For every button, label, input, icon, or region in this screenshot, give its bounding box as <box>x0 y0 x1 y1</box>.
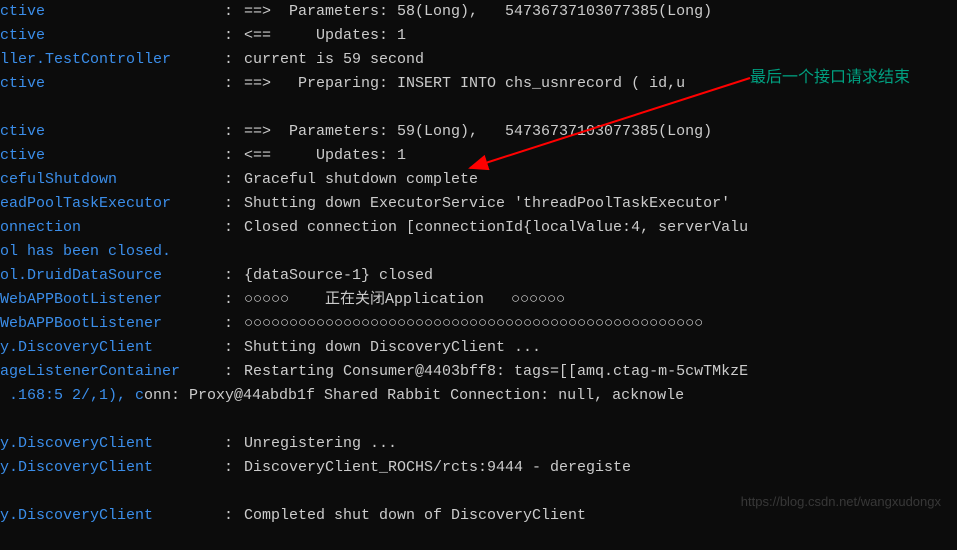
log-source: ol.DruidDataSource <box>0 264 224 288</box>
log-separator: : <box>224 192 244 216</box>
log-source: ageListenerContainer <box>0 360 224 384</box>
log-message: {dataSource-1} closed <box>244 264 433 288</box>
log-line <box>0 408 957 432</box>
log-line: y.DiscoveryClient: Shutting down Discove… <box>0 336 957 360</box>
log-source: y.DiscoveryClient <box>0 456 224 480</box>
log-line: ctive: <== Updates: 1 <box>0 24 957 48</box>
watermark: https://blog.csdn.net/wangxudongx <box>741 490 941 514</box>
log-message: ○○○○○ 正在关闭Application ○○○○○○ <box>244 288 565 312</box>
log-line <box>0 96 957 120</box>
log-source: y.DiscoveryClient <box>0 432 224 456</box>
log-line: WebAPPBootListener: ○○○○○○○○○○○○○○○○○○○○… <box>0 312 957 336</box>
log-line: onnection: Closed connection [connection… <box>0 216 957 240</box>
log-message: ==> Preparing: INSERT INTO ch‎‎‎s_us‎‎‎‎… <box>244 72 685 96</box>
log-message: ○○○○○○○○○○○○○○○○○○○○○○○○○○○○○○○○○○○○○○○○… <box>244 312 703 336</box>
log-separator: : <box>224 312 244 336</box>
log-source: ctive <box>0 0 224 24</box>
log-message: Shutting down ExecutorService 'threadPoo… <box>244 192 730 216</box>
log-full: ‎‎ .168:5‎ ‎2/,1), conn: Proxy@44abdb1f … <box>0 384 684 408</box>
log-line: y.DiscoveryClient: Unregistering ... <box>0 432 957 456</box>
log-separator <box>224 96 244 120</box>
log-separator: : <box>224 168 244 192</box>
log-source: onnection <box>0 216 224 240</box>
log-source <box>0 408 224 432</box>
log-source: ctive <box>0 72 224 96</box>
log-line: eadPoolTaskExecutor: Shutting down Execu… <box>0 192 957 216</box>
log-message: <== Updates: 1 <box>244 144 406 168</box>
log-source: y.DiscoveryClient <box>0 504 224 528</box>
log-source: ctive <box>0 120 224 144</box>
log-line: ageListenerContainer: Restarting Consume… <box>0 360 957 384</box>
log-line: cefulShutdown: Graceful shutdown complet… <box>0 168 957 192</box>
log-message: Unregistering ... <box>244 432 397 456</box>
log-separator: : <box>224 504 244 528</box>
log-source: cefulShutdown <box>0 168 224 192</box>
log-message: ==> Parameters: 59(Long), ‎5473673710307… <box>244 120 712 144</box>
log-separator: : <box>224 288 244 312</box>
log-separator: : <box>224 144 244 168</box>
annotation-label: 最后一个接口请求结束 <box>750 66 910 90</box>
log-source: ol has been closed. <box>0 240 224 264</box>
log-source <box>0 480 224 504</box>
log-source: y.DiscoveryClient <box>0 336 224 360</box>
log-source: WebAPPBootListener <box>0 312 224 336</box>
log-source <box>0 96 224 120</box>
log-line: ol.DruidDataSource: {dataSource-1} close… <box>0 264 957 288</box>
log-source: ctive <box>0 144 224 168</box>
log-separator: : <box>224 264 244 288</box>
log-message: Graceful shutdown complete <box>244 168 478 192</box>
log-message: Restarting Consumer@4403bff8: tags=[[amq… <box>244 360 748 384</box>
log-message: current is 59 second <box>244 48 424 72</box>
log-separator: : <box>224 432 244 456</box>
log-line: ctive: ==> Parameters: 58(Long), ‎547367… <box>0 0 957 24</box>
log-line: ‎‎ .168:5‎ ‎2/,1), conn: Proxy@44abdb1f … <box>0 384 957 408</box>
log-separator <box>224 240 244 264</box>
log-message: ==> Parameters: 58(Long), ‎5473673710307… <box>244 0 712 24</box>
log-separator <box>224 480 244 504</box>
log-line: ctive: <== Updates: 1 <box>0 144 957 168</box>
log-separator: : <box>224 24 244 48</box>
log-source: WebAPPBootListener <box>0 288 224 312</box>
log-line: WebAPPBootListener: ○○○○○ 正在关闭Applicatio… <box>0 288 957 312</box>
log-source: ctive <box>0 24 224 48</box>
log-source: ller.TestController <box>0 48 224 72</box>
log-message: Shutting down DiscoveryClient ... <box>244 336 541 360</box>
log-separator: : <box>224 0 244 24</box>
log-message: Closed connection [connectionId{localVal… <box>244 216 748 240</box>
log-separator: : <box>224 120 244 144</box>
log-separator: : <box>224 336 244 360</box>
log-message: Completed shut down of DiscoveryClient <box>244 504 586 528</box>
log-message: <== Updates: 1 <box>244 24 406 48</box>
log-message: DiscoveryClient_RO‎‎‎CH‎‎S/rc‎‎‎‎‎‎ts:94… <box>244 456 631 480</box>
log-line: ol has been closed. <box>0 240 957 264</box>
log-separator: : <box>224 216 244 240</box>
log-source: eadPoolTaskExecutor <box>0 192 224 216</box>
log-line: y.DiscoveryClient: DiscoveryClient_RO‎‎‎… <box>0 456 957 480</box>
log-separator: : <box>224 72 244 96</box>
log-separator: : <box>224 456 244 480</box>
log-separator: : <box>224 48 244 72</box>
log-line: ctive: ==> Parameters: 59(Long), ‎547367… <box>0 120 957 144</box>
log-separator: : <box>224 360 244 384</box>
log-separator <box>224 408 244 432</box>
